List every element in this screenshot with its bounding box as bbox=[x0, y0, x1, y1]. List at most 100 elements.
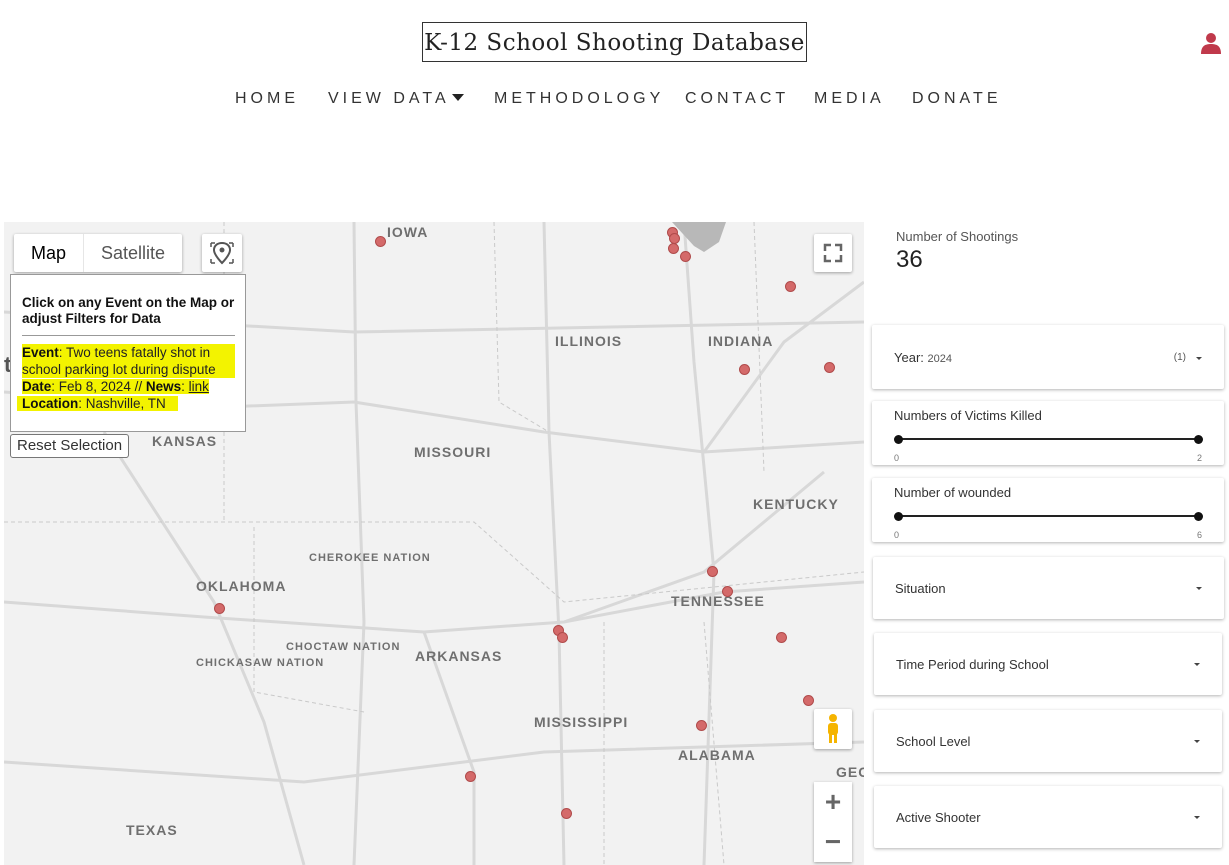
shootings-count-value: 36 bbox=[896, 246, 923, 273]
event-marker[interactable] bbox=[214, 603, 225, 614]
wounded-filter: Number of wounded 0 6 bbox=[872, 478, 1224, 542]
label-tennessee: TENNESSEE bbox=[671, 593, 765, 609]
event-marker[interactable] bbox=[557, 632, 568, 643]
chevron-down-icon bbox=[1194, 816, 1200, 819]
event-marker[interactable] bbox=[739, 364, 750, 375]
nav-media[interactable]: MEDIA bbox=[814, 90, 885, 108]
nav-home[interactable]: HOME bbox=[235, 90, 299, 108]
label-kentucky: KENTUCKY bbox=[753, 496, 839, 512]
fullscreen-icon bbox=[823, 243, 843, 263]
event-line: Event: Two teens fatally shot in school … bbox=[22, 344, 235, 378]
year-filter[interactable]: Year: 2024 (1) bbox=[872, 325, 1224, 389]
time-period-label: Time Period during School bbox=[896, 657, 1049, 672]
killed-min-handle[interactable] bbox=[894, 435, 903, 444]
chevron-down-icon bbox=[1194, 740, 1200, 743]
wounded-slider-track[interactable] bbox=[894, 512, 1203, 521]
chevron-down-icon bbox=[1196, 587, 1202, 590]
label-illinois: ILLINOIS bbox=[555, 333, 623, 349]
killed-max-value: 2 bbox=[1196, 453, 1202, 463]
year-selected-count: (1) bbox=[1173, 352, 1186, 363]
killed-min-value: 0 bbox=[894, 453, 900, 463]
event-marker[interactable] bbox=[375, 236, 386, 247]
label-cherokee-nation: CHEROKEE NATION bbox=[309, 552, 431, 564]
event-marker[interactable] bbox=[785, 281, 796, 292]
nav-contact[interactable]: CONTACT bbox=[685, 90, 789, 108]
event-marker[interactable] bbox=[824, 362, 835, 373]
my-location-button[interactable] bbox=[202, 234, 242, 272]
event-marker[interactable] bbox=[668, 243, 679, 254]
date-label: Date bbox=[22, 379, 52, 394]
news-label: News bbox=[145, 379, 182, 394]
wounded-min-value: 0 bbox=[894, 530, 900, 540]
shootings-count-label: Number of Shootings bbox=[896, 229, 1019, 244]
satellite-tab[interactable]: Satellite bbox=[83, 234, 182, 272]
nav-methodology[interactable]: METHODOLOGY bbox=[494, 90, 664, 108]
label-choctaw-nation: CHOCTAW NATION bbox=[286, 641, 401, 653]
killed-label: Numbers of Victims Killed bbox=[894, 408, 1042, 423]
date-value: : Feb 8, 2024 // bbox=[51, 379, 146, 394]
location-value: : Nashville, TN bbox=[78, 396, 166, 411]
date-line: Date: Feb 8, 2024 // News: link bbox=[22, 378, 235, 395]
wounded-max-handle[interactable] bbox=[1194, 512, 1203, 521]
label-missouri: MISSOURI bbox=[414, 444, 492, 460]
news-separator: : bbox=[181, 379, 189, 394]
location-line: Location: Nashville, TN bbox=[17, 395, 235, 412]
label-indiana: INDIANA bbox=[708, 333, 774, 349]
location-label: Location bbox=[22, 396, 79, 411]
user-icon[interactable] bbox=[1201, 32, 1221, 54]
year-label: Year: bbox=[894, 350, 928, 365]
label-arkansas: ARKANSAS bbox=[415, 648, 503, 664]
wounded-label: Number of wounded bbox=[894, 485, 1012, 500]
fullscreen-button[interactable] bbox=[814, 234, 852, 272]
nav-view-data-label: VIEW DATA bbox=[328, 90, 450, 107]
map-canvas[interactable]: IOWA ILLINOIS INDIANA KANSAS MISSOURI KE… bbox=[4, 222, 864, 865]
event-marker[interactable] bbox=[722, 586, 733, 597]
killed-slider-track[interactable] bbox=[894, 435, 1203, 444]
event-label: Event bbox=[22, 345, 59, 360]
situation-filter[interactable]: Situation bbox=[873, 557, 1224, 619]
zoom-control: + − bbox=[814, 782, 852, 862]
time-period-filter[interactable]: Time Period during School bbox=[874, 633, 1222, 695]
label-oklahoma: OKLAHOMA bbox=[196, 578, 287, 594]
event-marker[interactable] bbox=[776, 632, 787, 643]
label-iowa: IOWA bbox=[387, 224, 429, 240]
event-marker[interactable] bbox=[680, 251, 691, 262]
label-mississippi: MISSISSIPPI bbox=[534, 714, 629, 730]
year-filter-label: Year: 2024 bbox=[894, 350, 952, 365]
event-marker[interactable] bbox=[803, 695, 814, 706]
school-level-label: School Level bbox=[896, 734, 971, 749]
label-alabama: ALABAMA bbox=[678, 747, 756, 763]
nav-view-data[interactable]: VIEW DATA bbox=[328, 90, 464, 108]
street-view-pegman[interactable] bbox=[814, 709, 852, 749]
label-kansas: KANSAS bbox=[152, 433, 218, 449]
event-marker[interactable] bbox=[465, 771, 476, 782]
pegman-icon bbox=[828, 714, 838, 743]
active-shooter-filter[interactable]: Active Shooter bbox=[874, 786, 1222, 848]
wounded-max-value: 6 bbox=[1196, 530, 1202, 540]
reset-selection-button[interactable]: Reset Selection bbox=[10, 434, 130, 458]
caret-down-icon bbox=[451, 94, 464, 101]
killed-max-handle[interactable] bbox=[1194, 435, 1203, 444]
label-georgia-partial: GEC bbox=[836, 764, 864, 780]
map-tab[interactable]: Map bbox=[14, 234, 83, 272]
event-marker[interactable] bbox=[696, 720, 707, 731]
situation-label: Situation bbox=[895, 581, 946, 596]
chevron-down-icon bbox=[1196, 357, 1202, 360]
zoom-in-button[interactable]: + bbox=[814, 782, 852, 822]
zoom-out-button[interactable]: − bbox=[814, 822, 852, 862]
year-value: 2024 bbox=[927, 353, 952, 365]
nav-donate[interactable]: DONATE bbox=[912, 90, 1001, 108]
location-pin-icon bbox=[210, 241, 234, 265]
news-link[interactable]: link bbox=[189, 379, 209, 394]
label-texas: TEXAS bbox=[126, 822, 178, 838]
chevron-down-icon bbox=[1194, 663, 1200, 666]
school-level-filter[interactable]: School Level bbox=[874, 710, 1222, 772]
site-title[interactable]: K-12 School Shooting Database bbox=[422, 22, 807, 62]
main-nav: HOME VIEW DATA METHODOLOGY CONTACT MEDIA… bbox=[0, 90, 1229, 112]
map-type-control: Map Satellite bbox=[14, 234, 183, 272]
event-marker-selected[interactable] bbox=[707, 566, 718, 577]
event-marker[interactable] bbox=[561, 808, 572, 819]
active-shooter-label: Active Shooter bbox=[896, 810, 981, 825]
info-heading: Click on any Event on the Map or adjust … bbox=[22, 295, 235, 336]
wounded-min-handle[interactable] bbox=[894, 512, 903, 521]
